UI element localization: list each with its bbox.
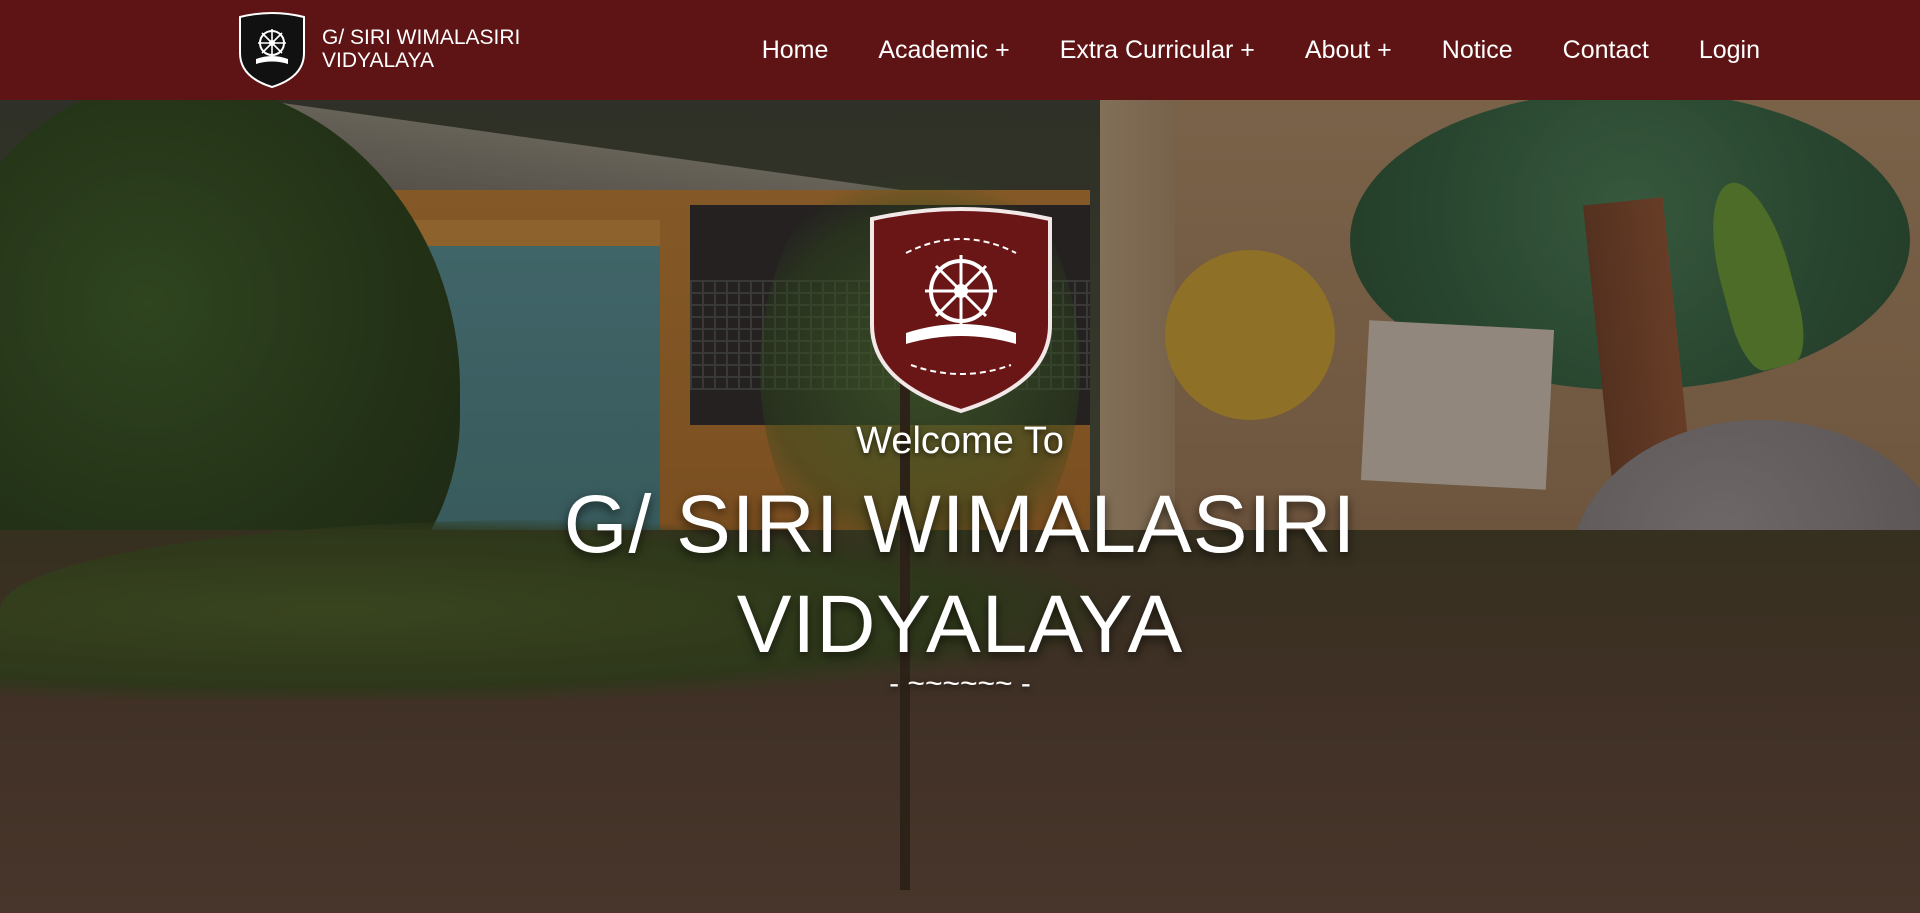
nav-link-contact[interactable]: Contact [1563, 36, 1649, 64]
brand-name: G/ SIRI WIMALASIRI VIDYALAYA [322, 26, 521, 72]
top-navbar: G/ SIRI WIMALASIRI VIDYALAYA Home Academ… [0, 0, 1920, 100]
school-name-title: G/ SIRI WIMALASIRI VIDYALAYA [563, 479, 1357, 670]
brand-link[interactable]: G/ SIRI WIMALASIRI VIDYALAYA [236, 9, 522, 89]
title-divider: - ~~~~~~ - [889, 667, 1031, 700]
hero-content: Welcome To G/ SIRI WIMALASIRI VIDYALAYA … [0, 100, 1920, 913]
school-crest-icon [239, 12, 305, 89]
welcome-heading: Welcome To [856, 420, 1064, 462]
nav-item-about: About + [1305, 36, 1392, 65]
nav-link-notice[interactable]: Notice [1442, 36, 1513, 64]
school-crest-icon [870, 207, 1052, 414]
nav-item-academic: Academic + [878, 36, 1009, 65]
nav-item-login: Login [1699, 36, 1760, 65]
nav-menu: Home Academic + Extra Curricular + About… [712, 0, 1760, 100]
nav-link-extra-curricular[interactable]: Extra Curricular + [1060, 36, 1255, 64]
nav-item-home: Home [762, 36, 829, 65]
nav-link-login[interactable]: Login [1699, 36, 1760, 64]
nav-item-extra-curricular: Extra Curricular + [1060, 36, 1255, 65]
nav-link-academic[interactable]: Academic + [878, 36, 1009, 64]
nav-item-contact: Contact [1563, 36, 1649, 65]
nav-link-about[interactable]: About + [1305, 36, 1392, 64]
nav-link-home[interactable]: Home [762, 36, 829, 64]
nav-item-notice: Notice [1442, 36, 1513, 65]
